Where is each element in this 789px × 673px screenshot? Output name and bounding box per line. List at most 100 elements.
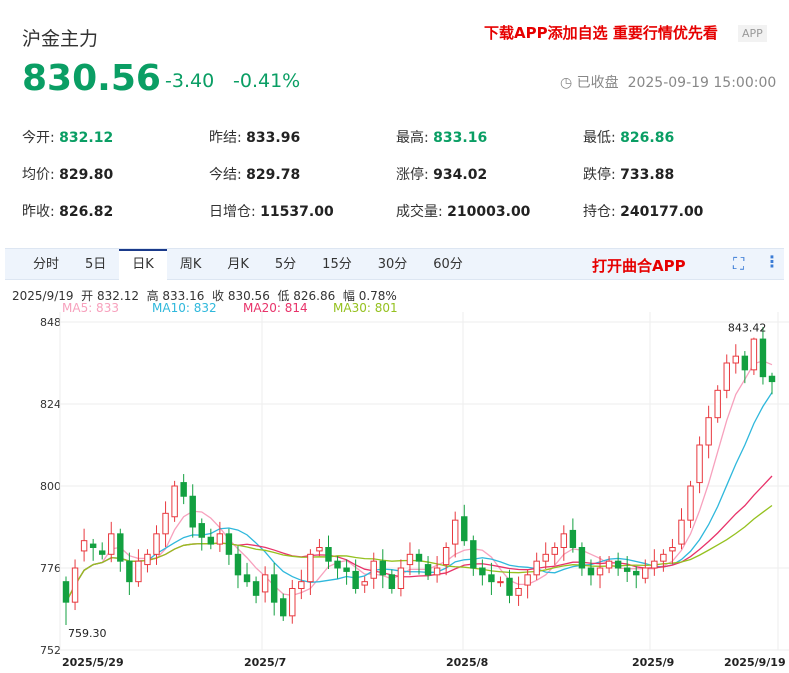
stat-label: 昨结: [209,129,242,146]
fullscreen-icon[interactable]: ⛶ [733,254,744,274]
candle-body [623,567,631,572]
stat-item: 最低: 826.86 [583,127,770,147]
candle-body [678,519,685,545]
stat-value: 826.82 [59,203,114,220]
candle-body [325,547,332,562]
stat-item: 今开: 832.12 [22,127,209,147]
candle-body [71,567,79,603]
stats-row: 今开: 832.12 昨结: 833.96 最高: 833.16 最低: 826.86 [22,118,772,155]
candle-body [144,553,151,566]
kline-chart[interactable]: 848 824 800 776 7522025/5/29 2025/7 2025/8 2025… [0,312,789,673]
stat-value: 210003.00 [447,203,531,220]
candle-body [451,519,459,545]
candle-body [343,567,350,572]
candle-body [171,485,178,518]
status-datetime: 2025-09-19 15:00:00 [627,75,777,91]
candle-body [750,338,758,371]
candle-body [298,581,305,589]
candle-body [759,338,767,378]
candle-body [98,550,106,555]
candle-body [415,553,423,562]
tab-4[interactable]: 月K [214,249,262,280]
download-app-promo[interactable]: 下载APP添加自选 重要行情优先看 [484,22,718,43]
candle-body [506,577,513,596]
tab-3[interactable]: 周K [167,249,215,280]
candle-body [80,540,88,552]
candle-body [225,533,233,555]
candle-body [207,536,215,545]
last-price: 830.56 [22,58,161,99]
stat-item: 持仓: 240177.00 [583,201,770,221]
candle-body [687,485,694,521]
candle-body [261,574,269,593]
candle-body [696,444,703,484]
stats-grid: 今开: 832.12 昨结: 833.96 最高: 833.16 最低: 826.86… [22,118,772,229]
stat-label: 持仓: [583,203,616,220]
x-tick-label: 2025/7 [244,656,286,669]
candle-body [424,564,432,576]
candle-body [614,560,622,569]
price-change-pct: -0.41% [233,70,301,92]
tab-0[interactable]: 分时 [20,249,72,280]
x-tick-label: 2025/8 [446,656,488,669]
y-tick-label: 848 [40,316,61,329]
candle-body [542,553,549,562]
stat-label: 今结: [209,166,242,183]
status-text: 已收盘 [576,75,619,91]
tab-6[interactable]: 15分 [309,249,365,280]
candle-body [180,482,187,497]
candle-body [651,560,658,569]
min-price-label: 759.30 [68,627,107,640]
candle-body [470,540,477,569]
stat-label: 最高: [396,129,429,146]
stat-item: 今结: 829.78 [209,164,396,184]
stat-value: 832.12 [59,129,114,146]
stat-value: 240177.00 [620,203,704,220]
candle-body [741,355,749,371]
candle-body [642,567,649,579]
tab-7[interactable]: 30分 [365,249,421,280]
candle-body [723,362,730,391]
candle-body [270,574,278,603]
stat-value: 11537.00 [260,203,334,220]
candle-body [153,533,160,555]
tab-1[interactable]: 5日 [72,249,119,280]
candle-body [461,516,468,542]
candle-body [352,570,359,589]
tab-5[interactable]: 5分 [262,249,309,280]
stat-item: 昨收: 826.82 [22,201,209,221]
candle-body [334,560,341,569]
candle-body [479,567,486,576]
stat-label: 昨收: [22,203,55,220]
y-tick-label: 776 [40,562,61,575]
stat-item: 均价: 829.80 [22,164,209,184]
more-icon[interactable]: ⋮ [764,252,780,271]
stats-row: 均价: 829.80 今结: 829.78 涨停: 934.02 跌停: 733.88 [22,155,772,192]
tab-2[interactable]: 日K [119,248,167,280]
tab-8[interactable]: 60分 [420,249,476,280]
candle-body [216,533,224,545]
candle-body [596,567,604,576]
candle-body [533,560,540,576]
candle-body [135,560,142,583]
candle-body [660,553,667,562]
stat-item: 成交量: 210003.00 [396,201,583,221]
candle-body [587,567,595,576]
x-tick-label: 2025/9/19 [724,656,786,669]
stat-item: 最高: 833.16 [396,127,583,147]
clock-icon: ◷ [560,75,573,91]
instrument-title: 沪金主力 [22,28,99,50]
candle-body [189,495,196,528]
app-badge[interactable]: APP [738,25,767,42]
candle-body [569,529,577,549]
candle-body [714,389,721,419]
stat-value: 833.96 [246,129,301,146]
candle-body [89,543,97,548]
candle-body [289,588,296,617]
stat-value: 934.02 [433,166,488,183]
candle-body [307,553,314,583]
candle-body [433,567,441,576]
candle-body [388,574,396,590]
y-tick-label: 824 [40,398,61,411]
open-app-link[interactable]: 打开曲合APP [592,255,686,276]
